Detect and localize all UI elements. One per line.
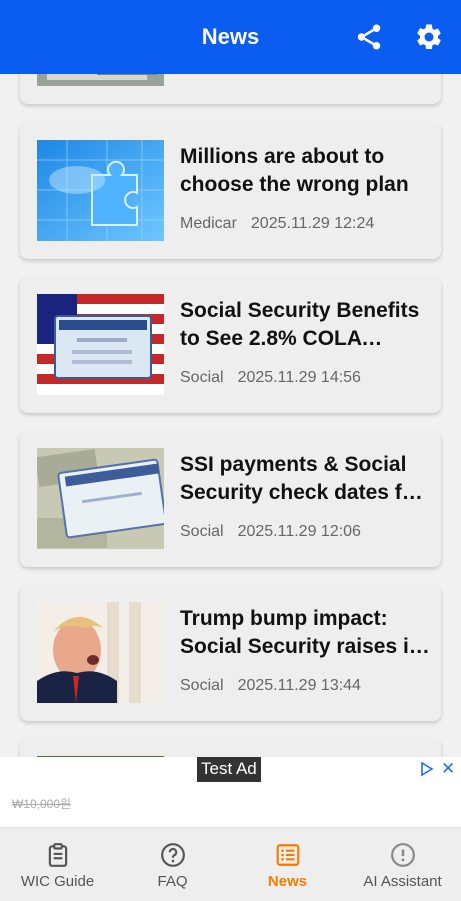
article-meta: Social 2025.11.29 13:44: [180, 677, 361, 695]
question-icon: [161, 843, 185, 867]
ad-label: Test Ad: [197, 757, 261, 782]
nav-label: WIC Guide: [20, 873, 95, 890]
app-bar: News: [0, 0, 461, 74]
ad-close-icon[interactable]: ✕: [441, 759, 455, 779]
info-icon: [391, 843, 415, 867]
article-category: Medicar: [180, 215, 237, 232]
news-card[interactable]: Trump bump impact: Social Security raise…: [20, 585, 441, 721]
nav-item-faq[interactable]: FAQ: [115, 828, 230, 901]
news-card[interactable]: SSI payments & Social Security check dat…: [20, 431, 441, 567]
article-thumbnail: [37, 140, 164, 241]
article-date: 2025.11.29 12:24: [250, 215, 375, 232]
article-headline: Millions are about to choose the wrong p…: [180, 145, 409, 196]
news-card[interactable]: Millions are about to choose the wrong p…: [20, 123, 441, 259]
nav-label: FAQ: [157, 873, 188, 890]
clipboard-icon: [48, 843, 68, 867]
article-meta: Medicar 2025.11.29 12:24: [180, 215, 374, 233]
ad-price: ₩10,000원: [12, 797, 72, 811]
nav-item-ai-assistant[interactable]: AI Assistant: [345, 828, 460, 901]
nav-label: AI Assistant: [363, 873, 442, 890]
article-meta: Social 2025.11.29 14:56: [180, 369, 361, 387]
article-headline: SSI payments & Social Security check dat…: [180, 453, 423, 504]
nav-item-wic-guide[interactable]: WIC Guide: [0, 828, 115, 901]
gear-icon[interactable]: [414, 22, 444, 52]
share-icon[interactable]: [354, 22, 384, 52]
nav-item-news[interactable]: News: [230, 828, 345, 901]
ad-choices-icon[interactable]: [419, 761, 435, 777]
page-title: News: [201, 24, 260, 49]
news-card[interactable]: Social Security Benefits to See 2.8% COL…: [20, 277, 441, 413]
article-thumbnail: [37, 294, 164, 395]
ad-banner[interactable]: Test Ad ₩10,000원 ✕: [0, 757, 461, 827]
news-list-icon: [276, 844, 300, 866]
bottom-nav: WIC Guide FAQ News AI Assistant: [0, 827, 461, 901]
article-date: 2025.11.29 13:44: [237, 677, 361, 694]
nav-label: News: [267, 873, 308, 890]
article-category: Social: [180, 523, 224, 540]
article-headline: Trump bump impact: Social Security raise…: [180, 607, 422, 658]
article-meta: Social 2025.11.29 12:06: [180, 523, 361, 541]
article-headline: Social Security Benefits to See 2.8% COL…: [180, 299, 420, 350]
article-category: Social: [180, 677, 224, 694]
article-thumbnail: [37, 602, 164, 703]
article-category: Social: [180, 369, 224, 386]
article-date: 2025.11.29 12:06: [237, 523, 361, 540]
article-date: 2025.11.29 14:56: [237, 369, 361, 386]
article-thumbnail: [37, 448, 164, 549]
